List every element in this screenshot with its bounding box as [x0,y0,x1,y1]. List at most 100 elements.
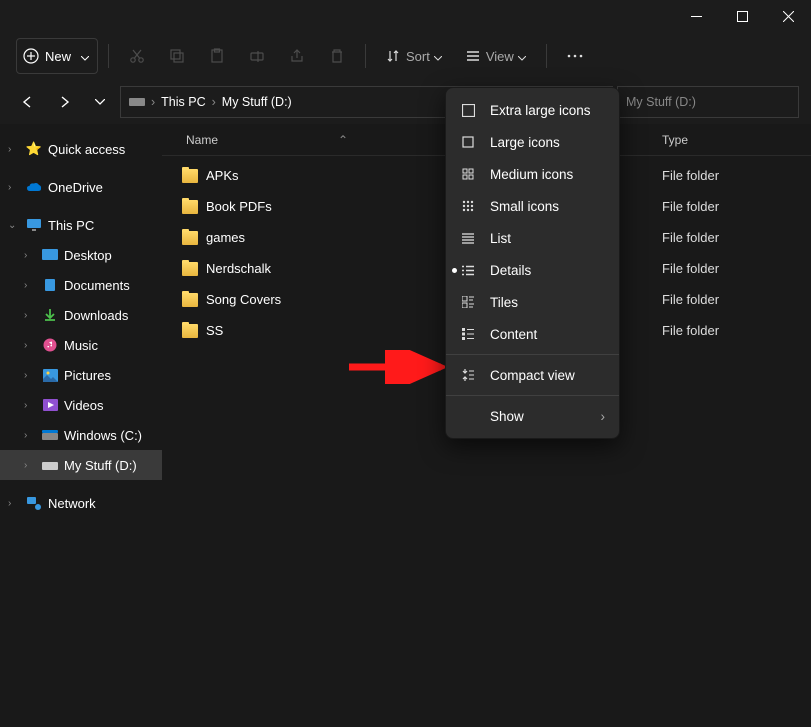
documents-icon [42,277,58,293]
search-input[interactable]: My Stuff (D:) [617,86,799,118]
chevron-right-icon: › [8,144,20,155]
file-name: Nerdschalk [206,261,271,276]
menu-show[interactable]: Show› [446,400,619,432]
sidebar-downloads[interactable]: ›Downloads [0,300,162,330]
chevron-right-icon: › [24,400,36,411]
sidebar-network[interactable]: ›Network [0,488,162,518]
recent-button[interactable] [84,86,116,118]
sidebar-quick-access[interactable]: ›⭐Quick access [0,134,162,164]
paste-button[interactable] [199,38,235,74]
new-label: New [45,49,71,64]
sidebar-label: Pictures [64,368,111,383]
large-icons-icon [460,136,476,148]
sort-button[interactable]: Sort [376,38,452,74]
sidebar-desktop[interactable]: ›Desktop [0,240,162,270]
content-icon [460,328,476,340]
delete-button[interactable] [319,38,355,74]
chevron-down-icon [518,49,526,64]
rename-button[interactable] [239,38,275,74]
navigation-bar: › This PC › My Stuff (D:) My Stuff (D:) [0,80,811,124]
menu-medium-icons[interactable]: Medium icons [446,158,619,190]
folder-icon [182,231,198,245]
sidebar-documents[interactable]: ›Documents [0,270,162,300]
paste-icon [209,48,225,64]
menu-extra-large-icons[interactable]: Extra large icons [446,94,619,126]
copy-button[interactable] [159,38,195,74]
star-icon: ⭐ [26,141,42,157]
videos-icon [42,397,58,413]
chevron-right-icon: › [24,250,36,261]
chevron-right-icon: › [8,498,20,509]
search-placeholder: My Stuff (D:) [626,95,696,109]
nav-sidebar: ›⭐Quick access ›OneDrive ⌄This PC ›Deskt… [0,124,162,727]
sidebar-windows-c[interactable]: ›Windows (C:) [0,420,162,450]
sort-label: Sort [406,49,430,64]
sidebar-label: Videos [64,398,104,413]
compact-view-icon [460,369,476,381]
file-type: File folder [662,261,782,276]
tiles-icon [460,296,476,308]
menu-large-icons[interactable]: Large icons [446,126,619,158]
file-name: games [206,230,245,245]
close-button[interactable] [765,0,811,32]
sidebar-videos[interactable]: › Videos [0,390,162,420]
downloads-icon [42,307,58,323]
chevron-right-icon: › [601,409,606,424]
file-type: File folder [662,323,782,338]
share-button[interactable] [279,38,315,74]
minimize-button[interactable] [673,0,719,32]
more-button[interactable] [557,38,593,74]
breadcrumb-this-pc[interactable]: This PC [161,95,205,109]
view-icon [466,49,480,63]
folder-icon [182,200,198,214]
column-type-header[interactable]: Type [662,133,782,147]
sidebar-this-pc[interactable]: ⌄This PC [0,210,162,240]
chevron-right-icon: › [24,310,36,321]
menu-tiles[interactable]: Tiles [446,286,619,318]
cloud-icon [26,179,42,195]
separator [546,44,547,68]
forward-button[interactable] [48,86,80,118]
view-label: View [486,49,514,64]
maximize-button[interactable] [719,0,765,32]
menu-list[interactable]: List [446,222,619,254]
folder-icon [182,169,198,183]
toolbar: New Sort View [0,32,811,80]
chevron-right-icon: › [24,340,36,351]
selected-indicator [452,268,457,273]
view-button[interactable]: View [456,38,536,74]
cut-button[interactable] [119,38,155,74]
file-explorer-window: New Sort View › This PC › [0,0,811,727]
breadcrumb-mystuff[interactable]: My Stuff (D:) [222,95,292,109]
new-button[interactable]: New [16,38,98,74]
file-name: Book PDFs [206,199,272,214]
file-type: File folder [662,199,782,214]
plus-circle-icon [23,48,39,64]
sidebar-label: This PC [48,218,94,233]
chevron-right-icon: › [24,370,36,381]
copy-icon [169,48,185,64]
chevron-down-icon [81,49,89,64]
back-button[interactable] [12,86,44,118]
ellipsis-icon [567,54,583,58]
menu-content[interactable]: Content [446,318,619,350]
titlebar [0,0,811,32]
drive-icon [42,427,58,443]
sidebar-label: OneDrive [48,180,103,195]
pictures-icon [42,367,58,383]
sidebar-mystuff-d[interactable]: ›My Stuff (D:) [0,450,162,480]
sidebar-label: Windows (C:) [64,428,142,443]
view-dropdown-menu: Extra large icons Large icons Medium ico… [445,87,620,439]
sidebar-label: My Stuff (D:) [64,458,137,473]
menu-details[interactable]: Details [446,254,619,286]
sort-indicator-icon: ⌃ [338,133,348,147]
sidebar-pictures[interactable]: › Pictures [0,360,162,390]
sidebar-onedrive[interactable]: ›OneDrive [0,172,162,202]
menu-small-icons[interactable]: Small icons [446,190,619,222]
menu-compact-view[interactable]: Compact view [446,359,619,391]
cut-icon [129,48,145,64]
details-icon [460,265,476,276]
sidebar-music[interactable]: ›Music [0,330,162,360]
music-icon [42,337,58,353]
file-name: Song Covers [206,292,281,307]
